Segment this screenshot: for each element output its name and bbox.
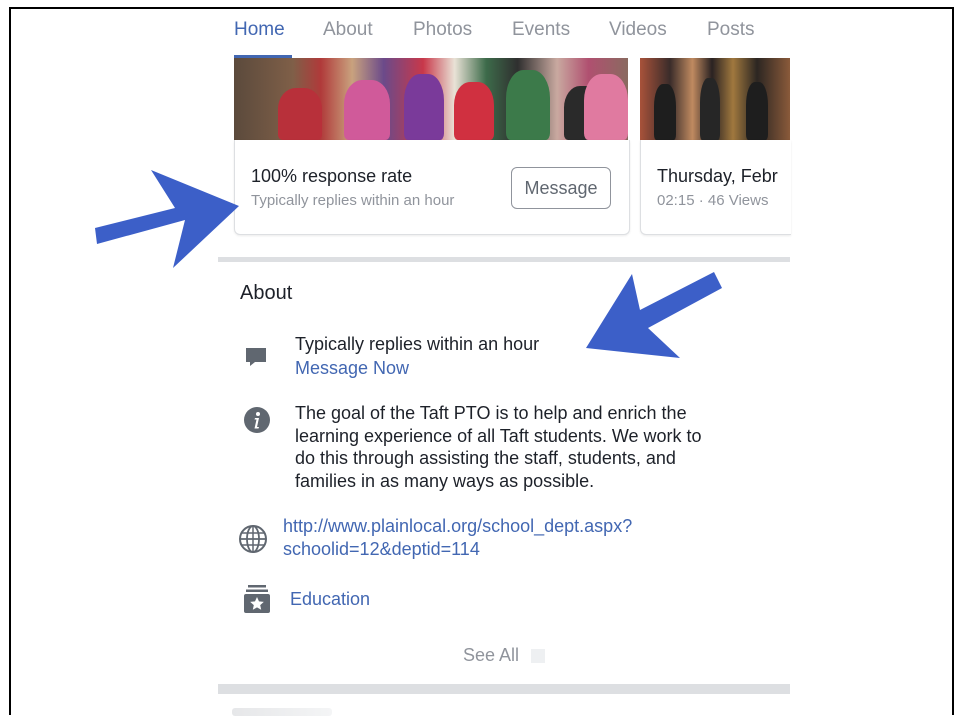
about-section-title: About xyxy=(240,282,293,304)
globe-icon xyxy=(239,525,267,553)
website-link-line: schoolid=12&deptid=114 xyxy=(283,538,480,559)
see-all-indicator xyxy=(531,649,545,663)
description-line: learning experience of all Taft students… xyxy=(295,425,702,446)
website-link[interactable]: http://www.plainlocal.org/school_dept.as… xyxy=(283,515,632,560)
photo-figure xyxy=(700,78,720,140)
category-star-icon xyxy=(244,585,270,613)
section-divider xyxy=(218,684,790,694)
photo-figure xyxy=(344,80,390,140)
website-link-line: http://www.plainlocal.org/school_dept.as… xyxy=(283,516,633,536)
message-bubble-icon xyxy=(246,348,266,366)
tab-posts[interactable]: Posts xyxy=(707,19,755,41)
photo-figure xyxy=(654,84,676,140)
description-line: families in as many ways as possible. xyxy=(295,470,595,491)
description-line: do this through assisting the staff, stu… xyxy=(295,448,676,468)
photo-figure xyxy=(454,82,494,140)
description-text: The goal of the Taft PTO is to help and … xyxy=(295,402,775,492)
description-line: The goal of the Taft PTO is to help and … xyxy=(295,403,687,423)
video-thumbnail[interactable] xyxy=(640,58,790,140)
tab-videos[interactable]: Videos xyxy=(609,19,667,41)
response-rate-title: 100% response rate xyxy=(251,166,413,186)
message-now-link[interactable]: Message Now xyxy=(295,357,409,380)
cover-photo[interactable] xyxy=(234,58,628,140)
annotation-arrow-icon xyxy=(586,272,722,358)
tab-home[interactable]: Home xyxy=(234,19,285,41)
response-rate-subtitle: Typically replies within an hour xyxy=(251,192,455,209)
photo-figure xyxy=(746,82,768,140)
tab-events[interactable]: Events xyxy=(512,19,570,41)
section-divider xyxy=(218,257,790,262)
photo-figure xyxy=(506,70,550,140)
category-link[interactable]: Education xyxy=(290,588,370,611)
video-title: Thursday, Febr xyxy=(657,166,778,186)
tab-photos[interactable]: Photos xyxy=(413,19,472,41)
photo-figure xyxy=(584,74,628,140)
photo-figure xyxy=(404,74,444,140)
photo-figure xyxy=(278,88,322,140)
annotation-arrow-icon xyxy=(95,170,239,268)
next-section-preview xyxy=(232,708,332,716)
response-time-text: Typically replies within an hour xyxy=(295,334,540,354)
tab-about[interactable]: About xyxy=(323,19,373,41)
see-all-link[interactable]: See All xyxy=(463,645,519,666)
video-card[interactable]: Thursday, Febr 02:15 · 46 Views xyxy=(640,140,791,235)
video-meta: 02:15 · 46 Views xyxy=(657,192,769,209)
page-tabs: Home About Photos Events Videos Posts xyxy=(218,12,790,58)
message-button[interactable]: Message xyxy=(511,167,611,209)
info-icon xyxy=(244,407,270,433)
response-rate-card: 100% response rate Typically replies wit… xyxy=(234,140,630,235)
